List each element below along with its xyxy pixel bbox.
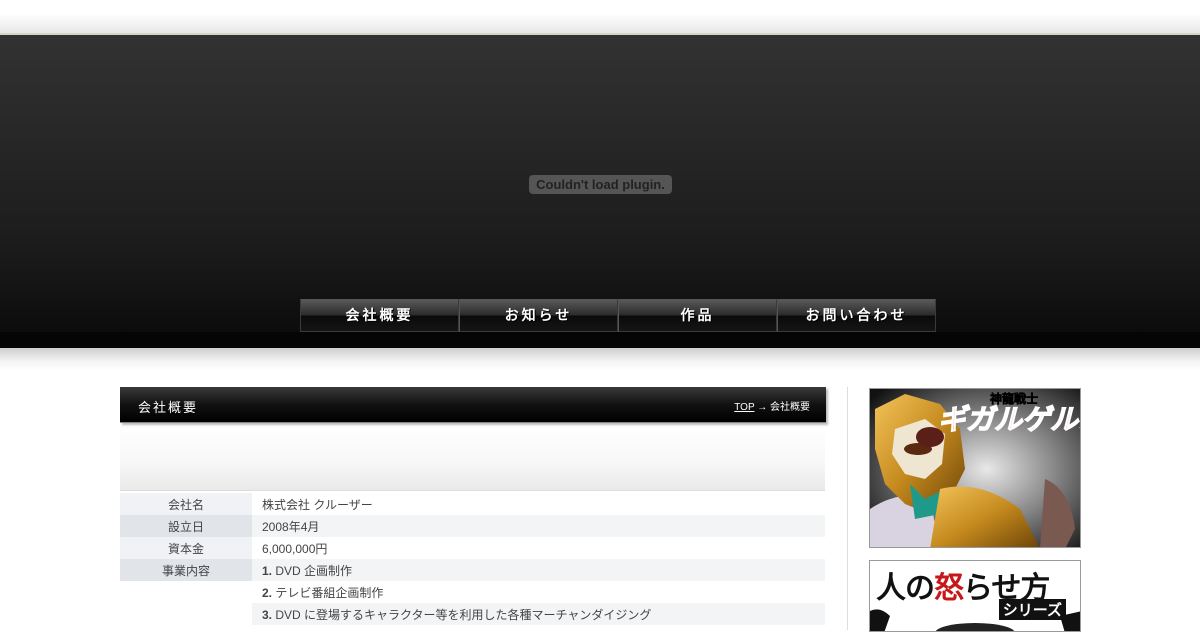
business-item-text: テレビ番組企画制作 [275, 585, 384, 600]
hero-mask-illustration: 神龍戦士 ギガルゲルス [870, 389, 1081, 547]
row-value-company-name: 株式会社 クルーザー [252, 493, 825, 515]
nav-item-works[interactable]: 作品 [618, 299, 777, 332]
header-bottom-shadow [0, 348, 1200, 370]
row-label-empty [120, 581, 252, 603]
nav-item-company[interactable]: 会社概要 [300, 299, 459, 332]
row-label-capital: 資本金 [120, 537, 252, 559]
row-label-empty [120, 603, 252, 625]
breadcrumb-separator: → [757, 402, 768, 413]
column-divider [847, 387, 848, 630]
top-shadow [0, 0, 1200, 34]
nav-item-news[interactable]: お知らせ [459, 299, 618, 332]
banner1-main-title: ギガルゲルス [938, 403, 1081, 436]
breadcrumb: TOP → 会社概要 [734, 398, 810, 413]
row-value-business-1: 1. DVD 企画制作 [252, 559, 825, 581]
company-info-table: 会社名 株式会社 クルーザー 設立日 2008年4月 資本金 6,000,000… [120, 493, 825, 625]
table-row: 2. テレビ番組企画制作 [120, 581, 825, 603]
list-number: 1. [262, 563, 273, 578]
table-row: 資本金 6,000,000円 [120, 537, 825, 559]
global-nav: 会社概要 お知らせ 作品 お問い合わせ [300, 299, 937, 332]
plugin-error-message[interactable]: Couldn't load plugin. [529, 175, 672, 194]
header-flash-area: Couldn't load plugin. [0, 35, 1200, 332]
sidebar-banner-how-to-anger[interactable]: 人の怒らせ方 シリーズ [869, 560, 1081, 632]
sidebar-banner-gigaruges[interactable]: 神龍戦士 ギガルゲルス [869, 388, 1081, 548]
row-value-capital: 6,000,000円 [252, 537, 825, 559]
table-row: 事業内容 1. DVD 企画制作 [120, 559, 825, 581]
row-label-business: 事業内容 [120, 559, 252, 581]
main-content: 会社概要 TOP → 会社概要 会社名 株式会社 クルーザー 設立日 2008年… [120, 387, 826, 625]
breadcrumb-top-link[interactable]: TOP [734, 402, 754, 413]
banner2-title-part1: 人の [876, 571, 935, 606]
table-row: 設立日 2008年4月 [120, 515, 825, 537]
row-value-founded: 2008年4月 [252, 515, 825, 537]
nav-item-contact[interactable]: お問い合わせ [777, 299, 936, 332]
page-title-bar: 会社概要 TOP → 会社概要 [120, 387, 826, 423]
row-value-business-3: 3. DVD に登場するキャラクター等を利用した各種マーチャンダイジング [252, 603, 825, 625]
list-number: 3. [262, 607, 273, 622]
banner2-subtitle: シリーズ [998, 599, 1066, 620]
content-header-gradient [120, 425, 825, 491]
page-title: 会社概要 [138, 400, 199, 415]
row-value-business-2: 2. テレビ番組企画制作 [252, 581, 825, 603]
business-item-text: DVD に登場するキャラクター等を利用した各種マーチャンダイジング [275, 607, 652, 622]
row-label-founded: 設立日 [120, 515, 252, 537]
row-label-company-name: 会社名 [120, 493, 252, 515]
list-number: 2. [262, 585, 273, 600]
table-row: 3. DVD に登場するキャラクター等を利用した各種マーチャンダイジング [120, 603, 825, 625]
nav-strip [0, 332, 1200, 348]
breadcrumb-current: 会社概要 [770, 402, 810, 413]
banner2-title-red: 怒 [934, 571, 964, 606]
business-item-text: DVD 企画制作 [275, 563, 353, 578]
table-row: 会社名 株式会社 クルーザー [120, 493, 825, 515]
